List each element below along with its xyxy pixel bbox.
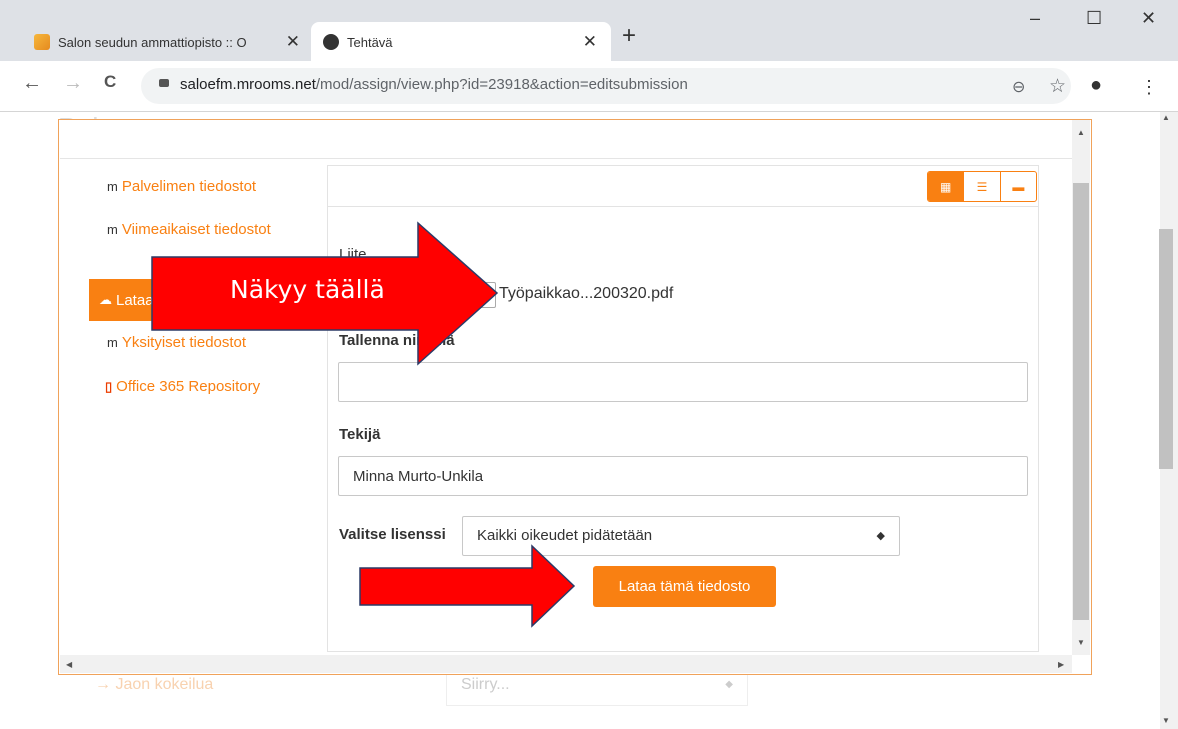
annotation-label: Näkyy täällä [230,275,385,304]
annotation-arrow-bottom [359,544,576,628]
annotation-overlay [151,221,576,628]
